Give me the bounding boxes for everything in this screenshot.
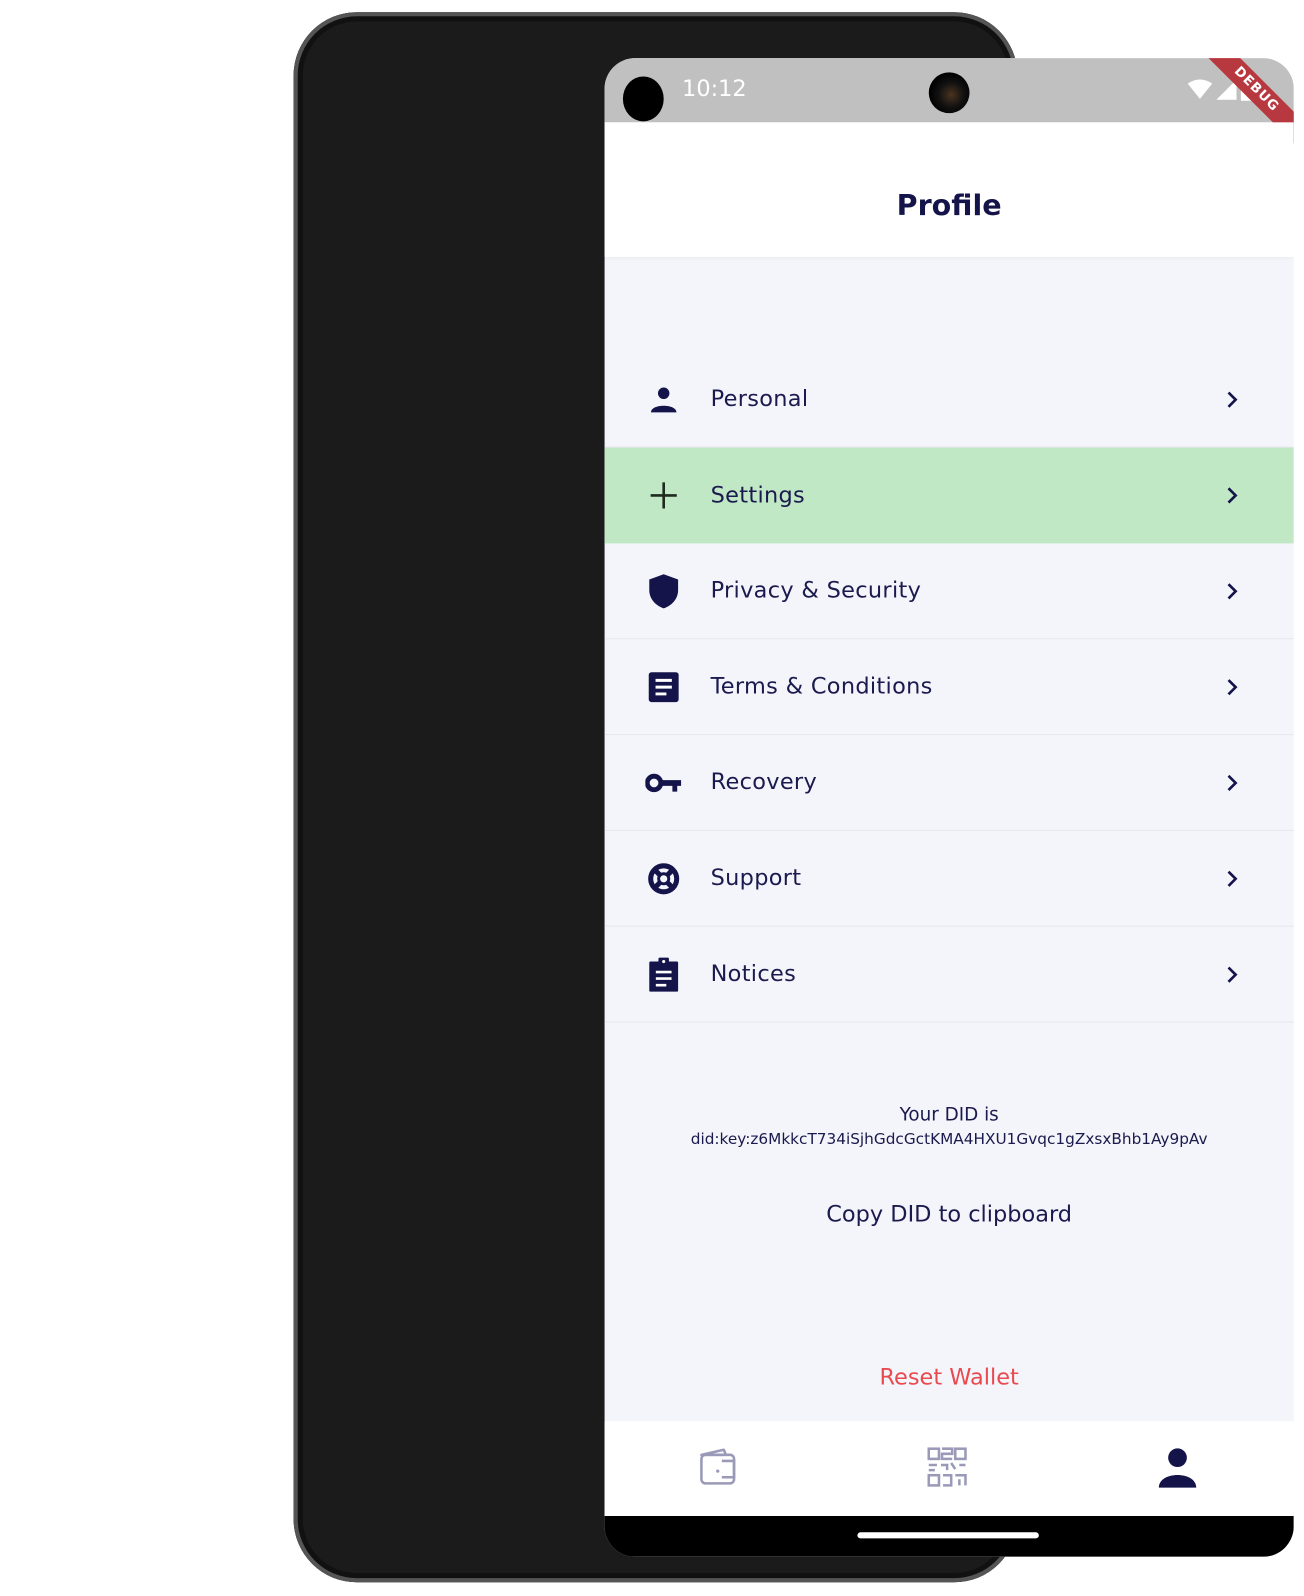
lifebuoy-icon — [645, 860, 682, 897]
nav-profile[interactable] — [1152, 1442, 1203, 1493]
menu-item-recovery[interactable]: Recovery — [604, 735, 1294, 831]
app-header: Profile — [604, 122, 1294, 257]
qr-code-icon — [927, 1447, 967, 1487]
person-icon — [1158, 1448, 1197, 1488]
camera-cutout — [622, 76, 664, 122]
profile-menu: Personal Settings Privacy & Security Ter… — [604, 352, 1294, 1023]
menu-item-label: Notices — [710, 961, 797, 987]
key-icon — [645, 764, 682, 801]
reset-wallet-button[interactable]: Reset Wallet — [605, 1365, 1294, 1390]
system-nav-bar — [604, 1515, 1294, 1557]
menu-item-label: Terms & Conditions — [710, 673, 933, 700]
menu-item-support[interactable]: Support — [604, 831, 1294, 927]
chevron-right-icon — [1227, 582, 1238, 599]
home-indicator[interactable] — [857, 1532, 1039, 1539]
chevron-right-icon — [1227, 487, 1238, 504]
page-title: Profile — [896, 188, 1002, 223]
phone-frame: 10:12 DEBUG Profile Personal Settings Pr… — [293, 12, 1294, 1583]
front-camera — [928, 72, 970, 114]
person-icon — [645, 381, 682, 418]
copy-did-button[interactable]: Copy DID to clipboard — [605, 1202, 1294, 1227]
shield-icon — [645, 572, 682, 609]
menu-item-label: Personal — [710, 386, 809, 412]
bottom-nav — [604, 1421, 1294, 1516]
menu-item-terms-conditions[interactable]: Terms & Conditions — [604, 639, 1294, 736]
did-value: did:key:z6MkkcT734iSjhGdcGctKMA4HXU1Gvqc… — [690, 1129, 1208, 1148]
document-icon — [645, 668, 682, 705]
menu-item-label: Recovery — [710, 769, 818, 796]
status-time: 10:12 — [682, 76, 747, 102]
wallet-icon — [700, 1448, 736, 1485]
chevron-right-icon — [1227, 678, 1238, 695]
wifi-icon — [1187, 79, 1213, 99]
phone-screen: 10:12 DEBUG Profile Personal Settings Pr… — [604, 58, 1294, 1557]
menu-item-label: Settings — [710, 482, 806, 509]
nav-wallet[interactable] — [692, 1442, 743, 1493]
did-label: Your DID is — [899, 1104, 999, 1126]
clipboard-icon — [645, 956, 682, 993]
menu-item-label: Privacy & Security — [710, 578, 922, 604]
nav-qr-scan[interactable] — [922, 1442, 973, 1493]
plus-icon — [645, 477, 682, 514]
menu-item-label: Support — [710, 865, 802, 892]
chevron-right-icon — [1227, 966, 1238, 983]
status-bar: 10:12 DEBUG — [604, 58, 1294, 152]
menu-item-privacy-security[interactable]: Privacy & Security — [604, 543, 1294, 640]
chevron-right-icon — [1227, 870, 1238, 887]
chevron-right-icon — [1227, 391, 1238, 408]
menu-item-personal[interactable]: Personal — [604, 352, 1294, 448]
chevron-right-icon — [1227, 774, 1238, 791]
menu-item-notices[interactable]: Notices — [604, 927, 1294, 1023]
menu-item-settings[interactable]: Settings — [604, 447, 1294, 544]
